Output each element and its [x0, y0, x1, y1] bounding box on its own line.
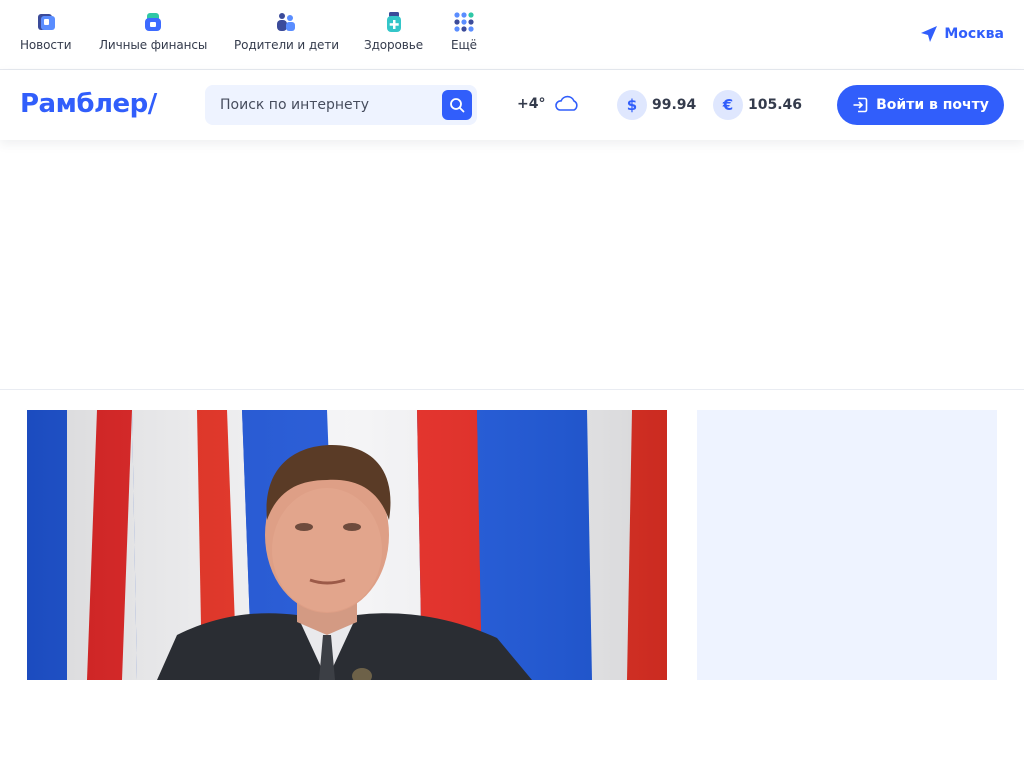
nav-item-label: Здоровье	[364, 38, 424, 52]
cloud-icon	[555, 95, 579, 111]
nav-item-finance[interactable]: Личные финансы	[99, 11, 207, 52]
sidebar-ad-slot	[697, 410, 997, 680]
location-link[interactable]: Москва	[920, 25, 1004, 43]
family-icon	[277, 13, 296, 31]
rate-usd[interactable]: $ 99.94	[617, 90, 696, 120]
nav-item-health[interactable]: Здоровье	[364, 11, 423, 52]
rate-eur[interactable]: € 105.46	[713, 90, 802, 120]
rate-value: 105.46	[748, 97, 803, 113]
nav-item-label: Новости	[20, 38, 72, 52]
article-photo[interactable]	[27, 410, 667, 680]
article-photo-image	[27, 410, 667, 680]
nav-item-more[interactable]: Ещё	[451, 11, 477, 52]
apps-grid-icon	[454, 12, 474, 32]
search-button[interactable]	[442, 90, 472, 120]
main-content	[0, 390, 1024, 768]
dollar-icon: $	[617, 90, 647, 120]
weather-temperature: +4°	[517, 96, 546, 112]
login-mail-button[interactable]: Войти в почту	[837, 85, 1004, 125]
health-icon	[386, 12, 401, 32]
news-icon	[37, 14, 55, 30]
login-label: Войти в почту	[876, 97, 989, 113]
nav-item-family[interactable]: Родители и дети	[234, 11, 339, 52]
nav-item-label: Личные финансы	[99, 38, 208, 52]
nav-item-label: Родители и дети	[234, 38, 339, 52]
nav-item-label: Ещё	[451, 38, 477, 52]
weather-widget[interactable]: +4°	[517, 95, 581, 113]
finance-icon	[145, 13, 162, 31]
top-navigation: Новости Личные финансы Родители и дети З…	[0, 0, 1024, 70]
euro-icon: €	[713, 90, 743, 120]
location-label: Москва	[944, 26, 1004, 42]
header-bar: Рамблер/ +4° $ 99.94 € 105.46 Войти в по…	[0, 70, 1024, 140]
nav-item-news[interactable]: Новости	[20, 11, 72, 52]
search-input[interactable]	[205, 85, 435, 125]
logo[interactable]: Рамблер/	[20, 88, 157, 120]
search-box	[205, 85, 477, 125]
location-arrow-icon	[921, 26, 938, 42]
search-icon	[450, 98, 465, 113]
ad-banner-area	[0, 140, 1024, 390]
login-icon	[853, 97, 868, 113]
rate-value: 99.94	[652, 97, 697, 113]
